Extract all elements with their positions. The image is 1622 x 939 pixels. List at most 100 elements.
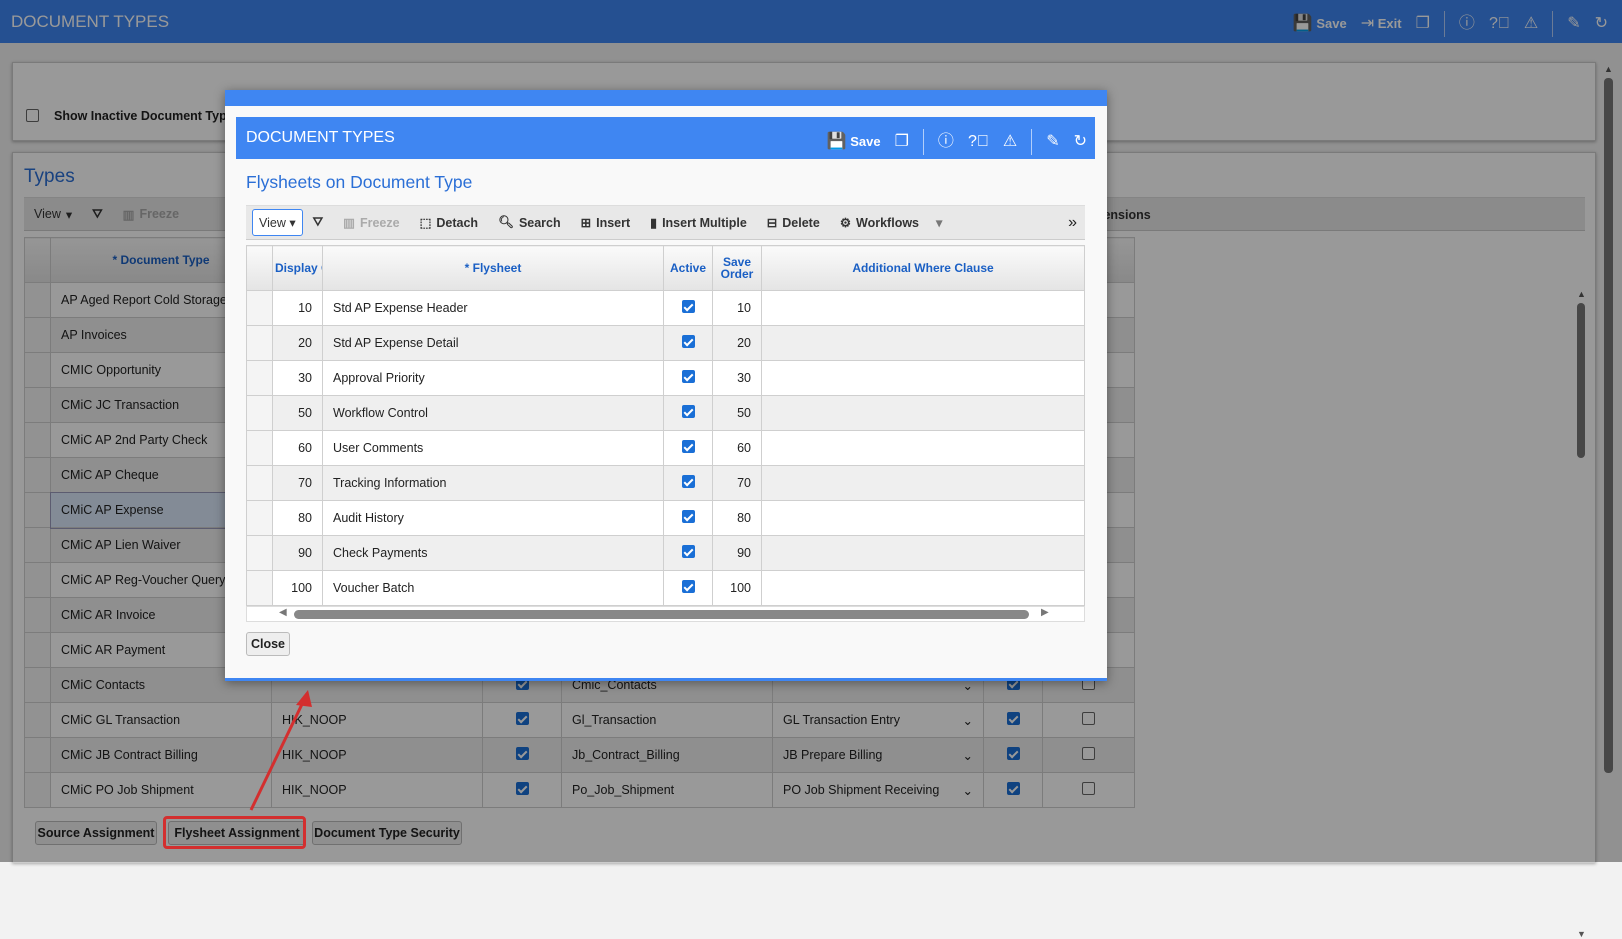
where-clause-cell[interactable]: [761, 325, 1085, 361]
checkbox-checked[interactable]: [681, 370, 695, 383]
display-order-cell[interactable]: 20: [272, 325, 323, 361]
active-cell[interactable]: [663, 500, 713, 536]
flysheet-cell[interactable]: Check Payments: [322, 535, 664, 571]
active-cell[interactable]: [663, 290, 713, 326]
table-row[interactable]: 80 Audit History 80: [246, 500, 1085, 536]
flysheet-cell[interactable]: Approval Priority: [322, 360, 664, 396]
save-order-cell[interactable]: 10: [712, 290, 762, 326]
save-order-cell[interactable]: 50: [712, 395, 762, 431]
col-flysheet[interactable]: * Flysheet: [322, 245, 664, 291]
save-order-cell[interactable]: 70: [712, 465, 762, 501]
row-selector[interactable]: [246, 395, 273, 431]
active-cell[interactable]: [663, 570, 713, 606]
display-order-cell[interactable]: 50: [272, 395, 323, 431]
table-row[interactable]: 70 Tracking Information 70: [246, 465, 1085, 501]
row-selector[interactable]: [246, 465, 273, 501]
checkbox-checked[interactable]: [681, 440, 695, 453]
flysheet-cell[interactable]: Audit History: [322, 500, 664, 536]
horizontal-scrollbar[interactable]: ◀ ▶: [246, 606, 1085, 622]
row-selector[interactable]: [246, 325, 273, 361]
display-order-cell[interactable]: 100: [272, 570, 323, 606]
table-row[interactable]: 90 Check Payments 90: [246, 535, 1085, 571]
insert-multiple-button[interactable]: ▮ Insert Multiple: [640, 215, 757, 231]
checkbox-checked[interactable]: [681, 510, 695, 523]
display-order-cell[interactable]: 30: [272, 360, 323, 396]
display-order-cell[interactable]: 10: [272, 290, 323, 326]
refresh-icon[interactable]: ↻: [1074, 134, 1087, 150]
save-order-cell[interactable]: 90: [712, 535, 762, 571]
flysheet-cell[interactable]: Voucher Batch: [322, 570, 664, 606]
checkbox-checked[interactable]: [681, 300, 695, 313]
table-row[interactable]: 10 Std AP Expense Header 10: [246, 290, 1085, 326]
flysheet-cell[interactable]: Workflow Control: [322, 395, 664, 431]
where-clause-cell[interactable]: [761, 535, 1085, 571]
table-row[interactable]: 50 Workflow Control 50: [246, 395, 1085, 431]
warning-icon[interactable]: ⚠: [1003, 134, 1017, 150]
save-order-cell[interactable]: 80: [712, 500, 762, 536]
chevron-down-icon[interactable]: ▾: [936, 215, 942, 230]
save-order-cell[interactable]: 60: [712, 430, 762, 466]
workflows-button[interactable]: ⚙ Workflows ▾: [830, 215, 952, 231]
search-button[interactable]: 🔍︎ Search: [488, 215, 571, 230]
row-selector[interactable]: [246, 500, 273, 536]
row-selector[interactable]: [246, 430, 273, 466]
flysheet-cell[interactable]: User Comments: [322, 430, 664, 466]
display-order-cell[interactable]: 70: [272, 465, 323, 501]
delete-button[interactable]: ⊟ Delete: [757, 215, 830, 231]
help-icon[interactable]: ?⃝: [968, 134, 989, 150]
checkbox-checked[interactable]: [681, 475, 695, 488]
where-clause-cell[interactable]: [761, 290, 1085, 326]
table-row[interactable]: 20 Std AP Expense Detail 20: [246, 325, 1085, 361]
active-cell[interactable]: [663, 535, 713, 571]
freeze-button[interactable]: ▥ Freeze: [333, 215, 409, 231]
active-cell[interactable]: [663, 325, 713, 361]
checkbox-checked[interactable]: [681, 545, 695, 558]
col-display-order[interactable]: Display Order: [272, 245, 323, 291]
where-clause-cell[interactable]: [761, 465, 1085, 501]
where-clause-cell[interactable]: [761, 360, 1085, 396]
checkbox-checked[interactable]: [681, 335, 695, 348]
overflow-icon[interactable]: »: [1068, 214, 1077, 232]
flysheet-cell[interactable]: Tracking Information: [322, 465, 664, 501]
save-order-cell[interactable]: 100: [712, 570, 762, 606]
active-cell[interactable]: [663, 430, 713, 466]
active-cell[interactable]: [663, 360, 713, 396]
where-clause-cell[interactable]: [761, 430, 1085, 466]
info-icon[interactable]: ⓘ: [938, 134, 954, 150]
row-selector[interactable]: [246, 535, 273, 571]
close-button[interactable]: Close: [246, 632, 290, 656]
col-active[interactable]: Active: [663, 245, 713, 291]
table-row[interactable]: 60 User Comments 60: [246, 430, 1085, 466]
scroll-down-icon[interactable]: ▼: [1577, 929, 1586, 939]
detach-button[interactable]: ⬚ Detach: [410, 215, 489, 231]
scroll-right-icon[interactable]: ▶: [1041, 607, 1049, 618]
active-cell[interactable]: [663, 465, 713, 501]
scroll-thumb[interactable]: [294, 610, 1029, 619]
checkbox-checked[interactable]: [681, 580, 695, 593]
checkbox-checked[interactable]: [681, 405, 695, 418]
table-row[interactable]: 100 Voucher Batch 100: [246, 570, 1085, 606]
active-cell[interactable]: [663, 395, 713, 431]
display-order-cell[interactable]: 90: [272, 535, 323, 571]
where-clause-cell[interactable]: [761, 395, 1085, 431]
filter-icon[interactable]: ⛛: [303, 215, 334, 230]
save-order-cell[interactable]: 30: [712, 360, 762, 396]
save-order-cell[interactable]: 20: [712, 325, 762, 361]
flysheet-cell[interactable]: Std AP Expense Header: [322, 290, 664, 326]
edit-icon[interactable]: ✎: [1046, 134, 1059, 150]
row-selector[interactable]: [246, 290, 273, 326]
flysheet-cell[interactable]: Std AP Expense Detail: [322, 325, 664, 361]
where-clause-cell[interactable]: [761, 570, 1085, 606]
table-row[interactable]: 30 Approval Priority 30: [246, 360, 1085, 396]
copy-icon[interactable]: ❐: [895, 134, 909, 150]
display-order-cell[interactable]: 80: [272, 500, 323, 536]
display-order-cell[interactable]: 60: [272, 430, 323, 466]
insert-button[interactable]: ⊞ Insert: [571, 215, 641, 231]
where-clause-cell[interactable]: [761, 500, 1085, 536]
dialog-save-button[interactable]: 💾 Save: [827, 134, 881, 150]
col-save-order[interactable]: Save Order: [712, 245, 762, 291]
col-where-clause[interactable]: Additional Where Clause: [761, 245, 1085, 291]
row-selector[interactable]: [246, 570, 273, 606]
row-selector[interactable]: [246, 360, 273, 396]
scroll-left-icon[interactable]: ◀: [279, 607, 287, 618]
